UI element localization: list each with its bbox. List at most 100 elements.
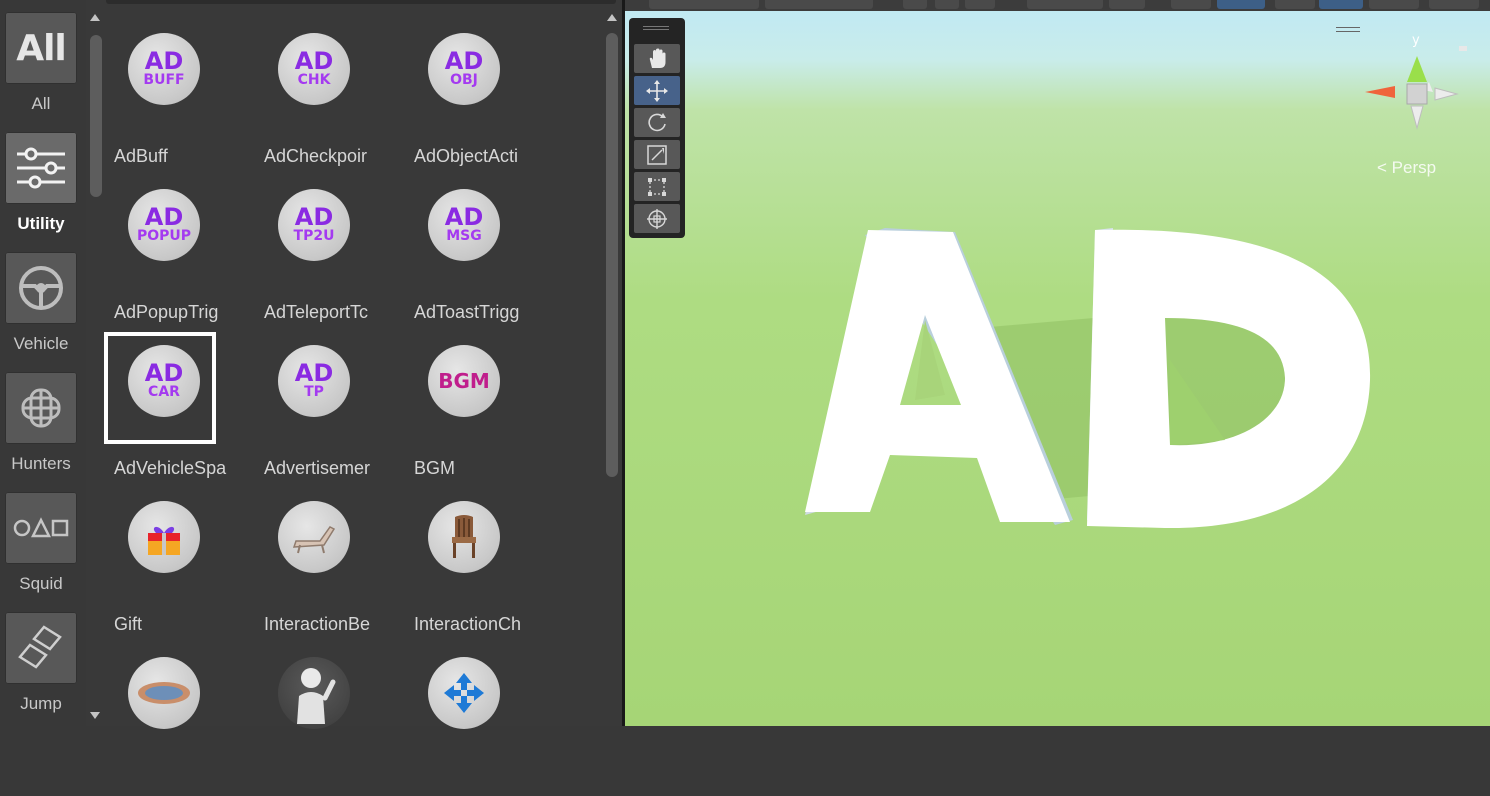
chair-icon [428,501,500,573]
icon-text-main: AD [144,47,184,75]
category-sidebar: All All Utility Vehicle Hunters Squid Ju… [0,0,86,726]
asset-tile[interactable]: AD OBJ AdObjectActi [414,22,544,172]
asset-label: AdPopupTrig [114,302,219,322]
asset-label: Gift [114,614,143,634]
icon-text-main: AD [444,203,484,231]
grid-scroll-up-arrow-icon[interactable] [607,14,617,21]
scale-tool-button[interactable] [634,140,680,169]
tool-palette [629,18,685,238]
icon-text-main: AD [294,203,334,231]
ad-vehicle-icon: AD CAR [128,345,200,417]
bgm-icon: BGM [428,345,500,417]
icon-text-main: AD [294,47,334,75]
palette-drag-handle[interactable] [643,26,669,30]
ad-buff-icon: AD BUFF [128,33,200,105]
blocks-icon [18,625,62,669]
asset-tile-selected[interactable]: AD CAR AdVehicleSpa [104,332,244,484]
jump-tile [5,612,77,684]
sliders-icon [17,147,65,189]
transform-icon [647,208,667,229]
scene-view[interactable]: y < Persp [625,0,1490,726]
asset-label: InteractionBe [264,614,371,634]
lighting-toggle-button[interactable] [1275,0,1315,9]
gift-icon [128,501,200,573]
asset-tile[interactable]: AD POPUP AdPopupTrig [114,178,244,328]
shapes-icon [13,517,69,538]
render-mode-button[interactable] [1109,0,1145,9]
category-label: Utility [17,214,65,233]
icon-text-sub: POPUP [136,228,192,244]
category-label: Vehicle [13,334,69,353]
scale-icon [647,144,667,165]
category-label: Squid [19,574,63,593]
asset-label: AdObjectActi [414,146,519,166]
snap-settings-button[interactable] [903,0,927,9]
scroll-down-arrow-icon[interactable] [90,712,100,719]
asset-grid-panel: AD BUFF AdBuff AD CHK AdCheckpoir AD OBJ… [86,0,622,729]
grid-snap-button[interactable] [935,0,959,9]
hunters-tile [5,372,77,444]
asset-tile[interactable]: AD MSG AdToastTrigg [414,178,544,328]
increment-snap-button[interactable] [965,0,995,9]
scene-toolbar [625,0,1490,11]
hand-tool-button[interactable] [634,44,680,73]
overlay-menu-handle[interactable] [1336,27,1360,32]
gizmo-lock-icon[interactable] [1459,46,1467,51]
asset-tile[interactable] [264,646,394,796]
projection-toggle[interactable]: < Persp [1377,158,1436,178]
pivot-center-toggle[interactable] [649,0,759,9]
rect-tool-button[interactable] [634,172,680,201]
icon-text-sub: TP2U [293,228,335,244]
category-label: All [31,94,51,113]
ad-advertisement-icon: AD TP [278,345,350,417]
asset-tile[interactable]: AD TP Advertisemer [264,334,394,484]
draw-mode-button[interactable] [1171,0,1211,9]
globe-icon [21,388,61,428]
icon-text-sub: MSG [446,228,482,244]
scroll-up-arrow-icon[interactable] [90,14,100,21]
icon-text-sub: CAR [148,384,180,400]
rotate-icon [648,112,666,131]
ad-3d-model[interactable] [625,0,1490,726]
effects-toggle-button[interactable] [1319,0,1363,9]
transform-tool-button[interactable] [634,204,680,233]
search-bar-edge[interactable] [106,0,616,4]
squid-tile [5,492,77,564]
icon-text-sub: OBJ [450,72,478,88]
trampoline-icon [128,657,200,729]
move-icon [646,79,668,102]
ad-popup-icon: AD POPUP [128,189,200,261]
global-local-toggle[interactable] [765,0,873,9]
grid-scrollbar-thumb[interactable] [606,33,618,477]
asset-tile[interactable]: AD BUFF AdBuff [114,22,244,172]
rotate-tool-button[interactable] [634,108,680,137]
category-label: Jump [20,694,62,713]
asset-label: AdTeleportTc [264,302,369,322]
scene-camera-button[interactable] [1429,0,1479,9]
asset-tile[interactable] [114,646,244,796]
icon-text-main: AD [144,359,184,387]
category-label: Hunters [11,454,71,473]
asset-tile[interactable]: AD TP2U AdTeleportTc [264,178,394,328]
asset-label: Advertisemer [264,458,371,478]
icon-text-main: AD [144,203,184,231]
icon-text-main: AD [294,359,334,387]
category-scrollbar-thumb[interactable] [90,35,102,197]
asset-label: AdCheckpoir [264,146,368,166]
asset-tile[interactable] [414,646,544,796]
avatar-wave-icon [278,657,350,729]
ad-checkpoint-icon: AD CHK [278,33,350,105]
asset-label: InteractionCh [414,614,522,634]
asset-tile[interactable]: AD CHK AdCheckpoir [264,22,394,172]
asset-tile[interactable]: InteractionBe [264,490,394,640]
icon-text-main: AD [444,47,484,75]
utility-tile [5,132,77,204]
gizmos-toggle-button[interactable] [1369,0,1419,9]
icon-text-sub: BUFF [143,72,185,88]
move-tool-button[interactable] [634,76,680,105]
snap-value-field[interactable] [1027,0,1103,9]
asset-tile[interactable]: Gift [114,490,244,640]
asset-tile[interactable]: InteractionCh [414,490,544,640]
2d-toggle-button[interactable] [1217,0,1265,9]
asset-tile[interactable]: BGM BGM [414,334,544,484]
